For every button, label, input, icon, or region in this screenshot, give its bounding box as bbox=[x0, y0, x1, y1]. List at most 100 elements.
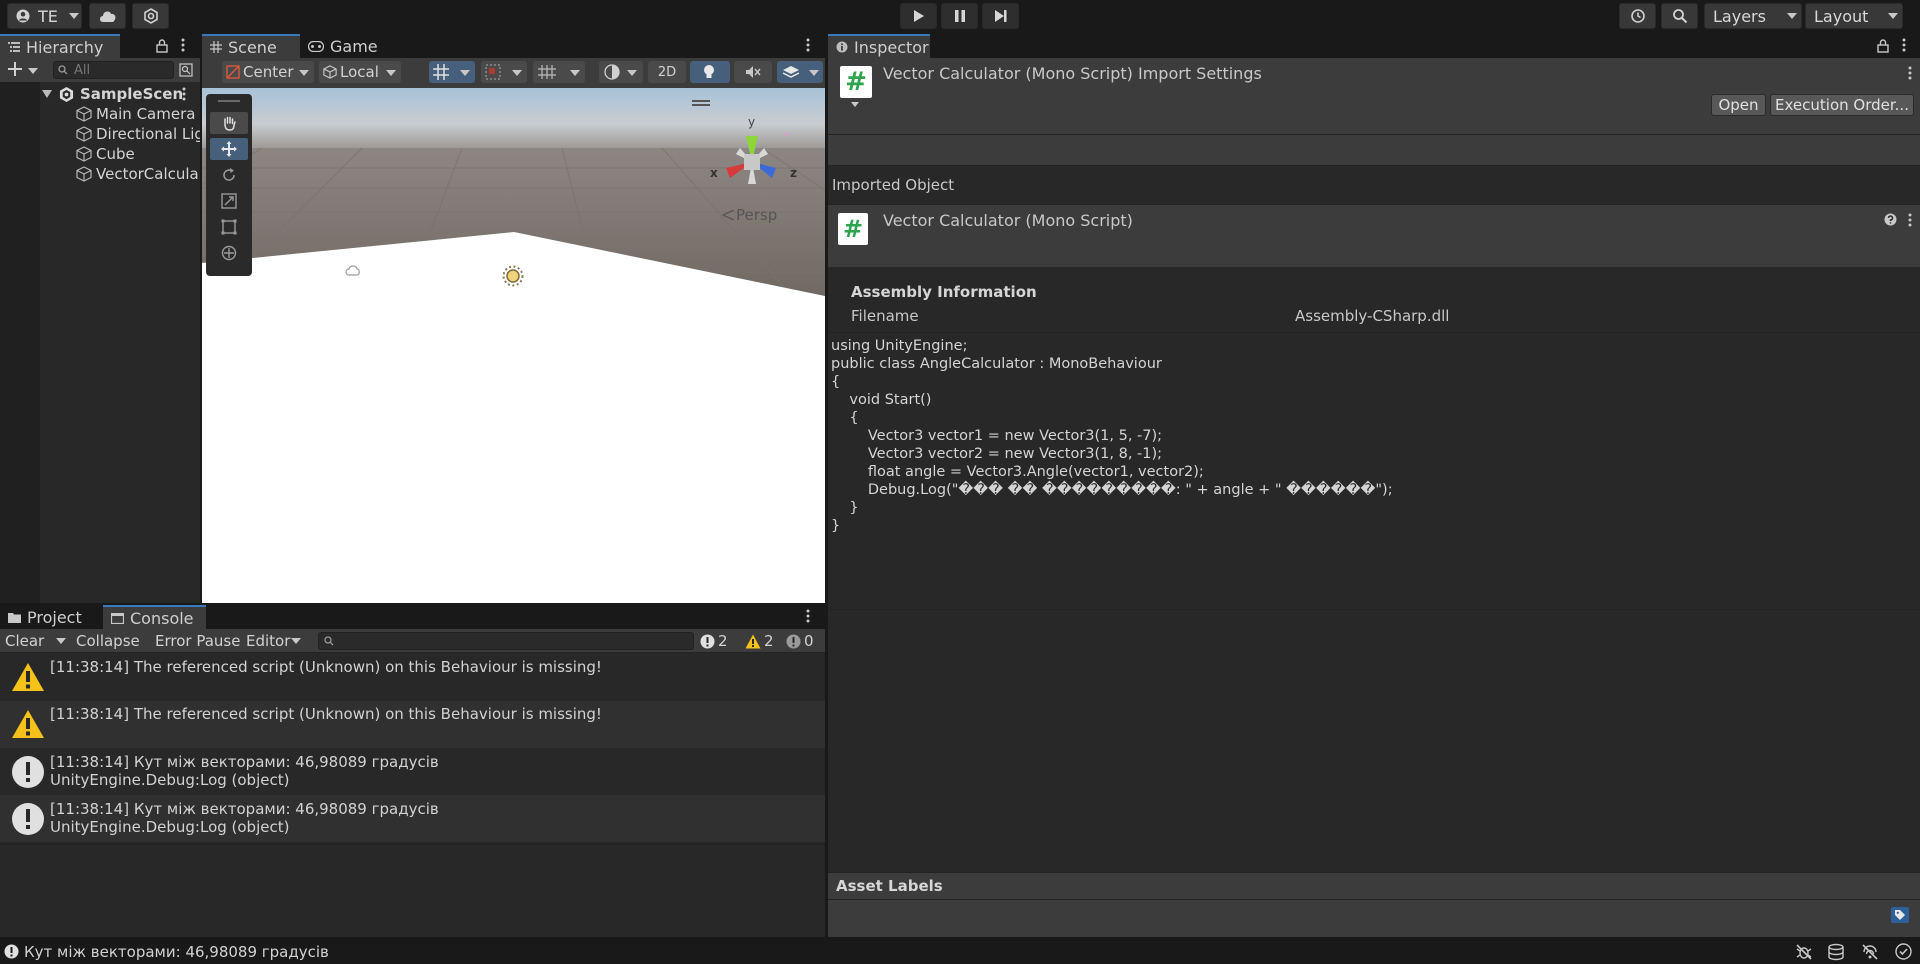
warning-count-toggle[interactable]: 2 bbox=[745, 631, 783, 651]
mode-2d-label: 2D bbox=[657, 64, 677, 80]
history-button[interactable] bbox=[1619, 3, 1656, 29]
kebab-menu-icon[interactable] bbox=[806, 609, 810, 623]
rect-tool-button[interactable] bbox=[210, 216, 248, 238]
audio-toggle[interactable] bbox=[734, 61, 772, 83]
console-detail-splitter[interactable] bbox=[0, 843, 825, 845]
open-button[interactable]: Open bbox=[1711, 94, 1766, 116]
hierarchy-item[interactable]: Directional Lig bbox=[0, 124, 200, 144]
shading-mode-dropdown[interactable] bbox=[599, 61, 643, 83]
cache-server-icon[interactable] bbox=[1827, 943, 1845, 961]
tab-project[interactable]: Project bbox=[0, 605, 98, 629]
tag-icon bbox=[1894, 909, 1906, 921]
code-line: Vector3 vector1 = new Vector3(1, 5, -7); bbox=[831, 428, 1163, 444]
kebab-menu-icon[interactable] bbox=[1908, 66, 1912, 80]
expand-arrow-icon[interactable] bbox=[42, 90, 52, 98]
status-message[interactable]: Кут між векторами: 46,98089 градусів bbox=[24, 943, 329, 961]
pause-icon bbox=[954, 9, 966, 23]
error-count-toggle[interactable]: 0 bbox=[786, 631, 824, 651]
error-pause-button[interactable]: Error Pause bbox=[155, 632, 240, 650]
lock-icon[interactable] bbox=[156, 39, 168, 53]
play-button[interactable] bbox=[900, 3, 937, 29]
collab-icon bbox=[143, 8, 159, 24]
main-toolbar: TE Layers Layout bbox=[0, 0, 1920, 32]
cloud-button[interactable] bbox=[89, 3, 126, 29]
layers-dropdown[interactable]: Layers bbox=[1704, 3, 1802, 29]
kebab-menu-icon[interactable] bbox=[806, 38, 810, 52]
progress-check-icon[interactable] bbox=[1895, 943, 1912, 960]
console-entry[interactable]: [11:38:14] The referenced script (Unknow… bbox=[0, 654, 825, 701]
add-icon[interactable] bbox=[8, 62, 22, 76]
space-label: Local bbox=[340, 63, 379, 81]
hierarchy-item[interactable]: Cube bbox=[0, 144, 200, 164]
kebab-menu-icon[interactable] bbox=[181, 38, 185, 52]
debug-off-icon[interactable] bbox=[1795, 943, 1813, 961]
help-icon[interactable] bbox=[1884, 213, 1897, 226]
scene-panel: Scene Game Center Local 2D y x z Persp bbox=[202, 34, 825, 603]
tab-scene[interactable]: Scene bbox=[202, 34, 300, 58]
scale-tool-button[interactable] bbox=[210, 190, 248, 212]
hand-tool-button[interactable] bbox=[210, 112, 248, 134]
account-label: TE bbox=[38, 6, 58, 26]
collapse-button[interactable]: Collapse bbox=[76, 632, 140, 650]
console-entry[interactable]: [11:38:14] Кут між векторами: 46,98089 г… bbox=[0, 748, 825, 795]
assembly-info-header: Assembly Information bbox=[851, 283, 1037, 301]
code-line: Vector3 vector2 = new Vector3(1, 8, -1); bbox=[831, 446, 1163, 462]
info-count: 2 bbox=[718, 632, 728, 650]
console-search-input[interactable] bbox=[318, 632, 694, 650]
search-icon bbox=[1672, 8, 1688, 24]
info-count-toggle[interactable]: 2 bbox=[700, 631, 738, 651]
history-icon bbox=[1630, 8, 1646, 24]
kebab-menu-icon[interactable] bbox=[1908, 213, 1912, 227]
lighting-toggle[interactable] bbox=[690, 61, 730, 83]
move-tool-button[interactable] bbox=[210, 138, 248, 160]
status-bar: Кут між векторами: 46,98089 градусів bbox=[0, 939, 1920, 964]
gamepad-icon bbox=[308, 40, 324, 52]
grid-visibility-dropdown[interactable] bbox=[533, 61, 585, 83]
overlay-handle[interactable] bbox=[692, 100, 710, 102]
services-button[interactable] bbox=[132, 3, 169, 29]
pivot-center-dropdown[interactable]: Center bbox=[222, 61, 314, 83]
mode-2d-toggle[interactable]: 2D bbox=[648, 61, 686, 83]
space-local-dropdown[interactable]: Local bbox=[319, 61, 401, 83]
kebab-menu-icon[interactable] bbox=[182, 87, 186, 101]
grid-icon bbox=[210, 41, 222, 53]
tab-console[interactable]: Console bbox=[103, 605, 206, 629]
snap-increment-dropdown[interactable] bbox=[481, 61, 527, 83]
code-line: float angle = Vector3.Angle(vector1, vec… bbox=[831, 464, 1204, 480]
hierarchy-search-input[interactable]: All bbox=[53, 61, 174, 79]
scene-viewport[interactable]: y x z Persp bbox=[202, 88, 825, 603]
filter-scene-icon[interactable] bbox=[179, 63, 193, 77]
clear-button[interactable]: Clear bbox=[5, 632, 44, 650]
kebab-menu-icon[interactable] bbox=[1902, 38, 1906, 52]
rotate-tool-button[interactable] bbox=[210, 164, 248, 186]
tab-inspector[interactable]: Inspector bbox=[828, 34, 930, 58]
inspector-panel: Inspector # Vector Calculator (Mono Scri… bbox=[828, 34, 1920, 937]
tab-game[interactable]: Game bbox=[300, 34, 378, 58]
transform-tool-button[interactable] bbox=[210, 242, 248, 264]
orientation-gizmo[interactable]: y x z bbox=[702, 114, 802, 204]
search-button[interactable] bbox=[1661, 3, 1698, 29]
console-entry[interactable]: [11:38:14] The referenced script (Unknow… bbox=[0, 701, 825, 748]
console-entry[interactable]: [11:38:14] Кут між векторами: 46,98089 г… bbox=[0, 795, 825, 842]
execution-order-button[interactable]: Execution Order... bbox=[1770, 94, 1914, 116]
hierarchy-item[interactable]: Main Camera bbox=[0, 104, 200, 124]
rotate-icon bbox=[221, 167, 237, 183]
drag-handle[interactable] bbox=[218, 100, 240, 102]
code-line: using UnityEngine; bbox=[831, 338, 968, 354]
pause-button[interactable] bbox=[941, 3, 978, 29]
asset-label-button[interactable] bbox=[1891, 907, 1909, 923]
layout-dropdown[interactable]: Layout bbox=[1805, 3, 1903, 29]
snap-grid-icon bbox=[485, 64, 501, 80]
hierarchy-item[interactable]: VectorCalcula bbox=[0, 164, 200, 184]
warning-icon bbox=[745, 634, 761, 649]
account-dropdown[interactable]: TE bbox=[7, 3, 82, 29]
network-off-icon[interactable] bbox=[1861, 943, 1879, 961]
scene-root-row[interactable]: SampleScen bbox=[0, 84, 200, 104]
editor-dropdown[interactable]: Editor bbox=[246, 632, 290, 650]
lock-icon[interactable] bbox=[1877, 39, 1889, 53]
projection-toggle[interactable]: Persp bbox=[722, 206, 777, 224]
effects-dropdown[interactable] bbox=[777, 61, 823, 83]
step-button[interactable] bbox=[982, 3, 1019, 29]
tab-hierarchy[interactable]: Hierarchy bbox=[0, 34, 120, 58]
grid-snap-toggle[interactable] bbox=[429, 61, 475, 83]
